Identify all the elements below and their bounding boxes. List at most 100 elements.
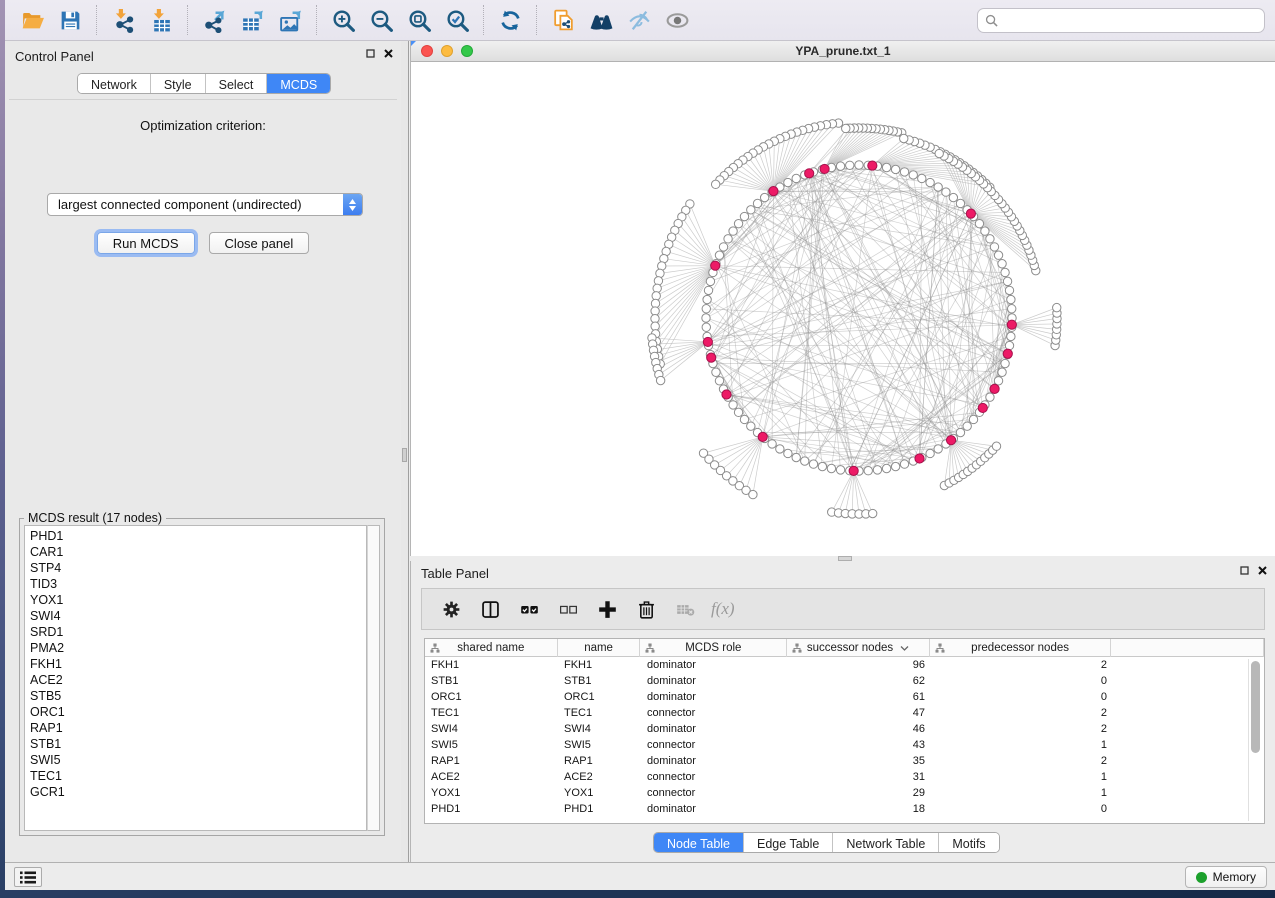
close-panel-icon[interactable] [384,49,393,58]
table-row[interactable]: ORC1ORC1dominator610 [425,689,1264,705]
table-cell: 1 [931,769,1113,785]
tab-motifs[interactable]: Motifs [938,833,998,853]
mcds-result-item[interactable]: SRD1 [30,624,366,640]
criterion-value: largest connected component (undirected) [48,197,343,212]
criterion-select[interactable]: largest connected component (undirected) [47,193,363,216]
table-row[interactable]: SWI5SWI5connector431 [425,737,1264,753]
run-mcds-button[interactable]: Run MCDS [97,232,195,254]
vertical-splitter[interactable] [401,41,409,862]
table-toolbar: f(x) [421,588,1265,630]
column-header-MCDS-role[interactable]: MCDS role [640,639,787,657]
table-row[interactable]: TEC1TEC1connector472 [425,705,1264,721]
status-bar: Memory [5,862,1275,890]
scrollbar-thumb[interactable] [1251,661,1260,753]
mcds-result-list[interactable]: PHD1CAR1STP4TID3YOX1SWI4SRD1PMA2FKH1ACE2… [24,525,367,831]
mcds-result-item[interactable]: FKH1 [30,656,366,672]
table-cell: dominator [641,801,788,817]
search-network-button[interactable] [584,4,618,36]
toolbar-separator [536,5,537,35]
zoom-in-button[interactable] [326,4,360,36]
column-header-successor-nodes[interactable]: successor nodes [787,639,930,657]
mcds-result-item[interactable]: ORC1 [30,704,366,720]
table-cell: 1 [931,785,1113,801]
tab-network[interactable]: Network [78,74,150,94]
close-panel-icon[interactable] [1258,566,1267,575]
column-header-shared-name[interactable]: shared name [425,639,558,657]
mcds-result-item[interactable]: PHD1 [30,528,366,544]
table-row[interactable]: YOX1YOX1connector291 [425,785,1264,801]
toolbar-separator [187,5,188,35]
mcds-result-item[interactable]: STB5 [30,688,366,704]
control-panel-title: Control Panel [15,49,94,64]
zoom-selected-button[interactable] [440,4,474,36]
table-scrollbar[interactable] [1248,659,1262,821]
select-all-button[interactable] [514,594,544,624]
hide-selected-button[interactable] [622,4,656,36]
copy-network-button[interactable] [546,4,580,36]
import-network-button[interactable] [106,4,140,36]
mcds-result-item[interactable]: YOX1 [30,592,366,608]
splitter-grip[interactable] [402,448,407,462]
export-table-button[interactable] [235,4,269,36]
eye-icon [665,8,690,33]
zoom-out-button[interactable] [364,4,398,36]
tab-style[interactable]: Style [150,74,205,94]
table-row[interactable]: RAP1RAP1dominator352 [425,753,1264,769]
tab-node-table[interactable]: Node Table [654,833,743,853]
mcds-result-item[interactable]: STP4 [30,560,366,576]
optimization-criterion-label: Optimization criterion: [9,118,397,133]
memory-button[interactable]: Memory [1185,866,1267,888]
mcds-result-item[interactable]: SWI5 [30,752,366,768]
mcds-result-item[interactable]: ACE2 [30,672,366,688]
table-settings-button[interactable] [436,594,466,624]
column-header-name[interactable]: name [558,639,641,657]
table-cell: 46 [788,721,931,737]
table-row[interactable]: PHD1PHD1dominator180 [425,801,1264,817]
tab-edge-table[interactable]: Edge Table [743,833,832,853]
float-panel-icon[interactable] [366,49,375,58]
mcds-result-item[interactable]: SWI4 [30,608,366,624]
deselect-all-button[interactable] [553,594,583,624]
mcds-result-item[interactable]: STB1 [30,736,366,752]
panel-list-button[interactable] [14,867,42,887]
column-header-predecessor-nodes[interactable]: predecessor nodes [930,639,1112,657]
add-column-button[interactable] [592,594,622,624]
table-cell: SWI5 [425,737,558,753]
mcds-list-scrollbar[interactable] [367,525,380,831]
table-row[interactable]: SWI4SWI4dominator462 [425,721,1264,737]
table-cell: connector [641,705,788,721]
network-window-titlebar[interactable]: YPA_prune.txt_1 [411,41,1275,62]
mcds-result-item[interactable]: GCR1 [30,784,366,800]
table-cell: RAP1 [558,753,641,769]
trash-icon [636,599,657,620]
open-file-button[interactable] [15,4,49,36]
table-row[interactable]: FKH1FKH1dominator962 [425,657,1264,673]
tab-mcds[interactable]: MCDS [266,74,330,94]
export-network-button[interactable] [197,4,231,36]
delete-column-button[interactable] [631,594,661,624]
refresh-layout-button[interactable] [493,4,527,36]
search-input[interactable] [1003,14,1257,28]
mcds-result-item[interactable]: CAR1 [30,544,366,560]
export-image-button[interactable] [273,4,307,36]
mcds-result-item[interactable]: PMA2 [30,640,366,656]
network-graph-canvas[interactable] [411,62,1275,556]
mcds-result-item[interactable]: TID3 [30,576,366,592]
table-cell: SWI4 [425,721,558,737]
float-panel-icon[interactable] [1240,566,1249,575]
mcds-result-item[interactable]: TEC1 [30,768,366,784]
table-row[interactable]: STB1STB1dominator620 [425,673,1264,689]
zoom-fit-button[interactable] [402,4,436,36]
close-panel-button[interactable]: Close panel [209,232,310,254]
table-row[interactable]: ACE2ACE2connector311 [425,769,1264,785]
mcds-result-item[interactable]: RAP1 [30,720,366,736]
show-columns-button[interactable] [475,594,505,624]
import-table-icon [149,8,174,33]
import-table-button[interactable] [144,4,178,36]
save-session-button[interactable] [53,4,87,36]
tab-select[interactable]: Select [205,74,267,94]
table-cell: ACE2 [425,769,558,785]
table-cell: 35 [788,753,931,769]
show-all-button[interactable] [660,4,694,36]
tab-network-table[interactable]: Network Table [832,833,938,853]
